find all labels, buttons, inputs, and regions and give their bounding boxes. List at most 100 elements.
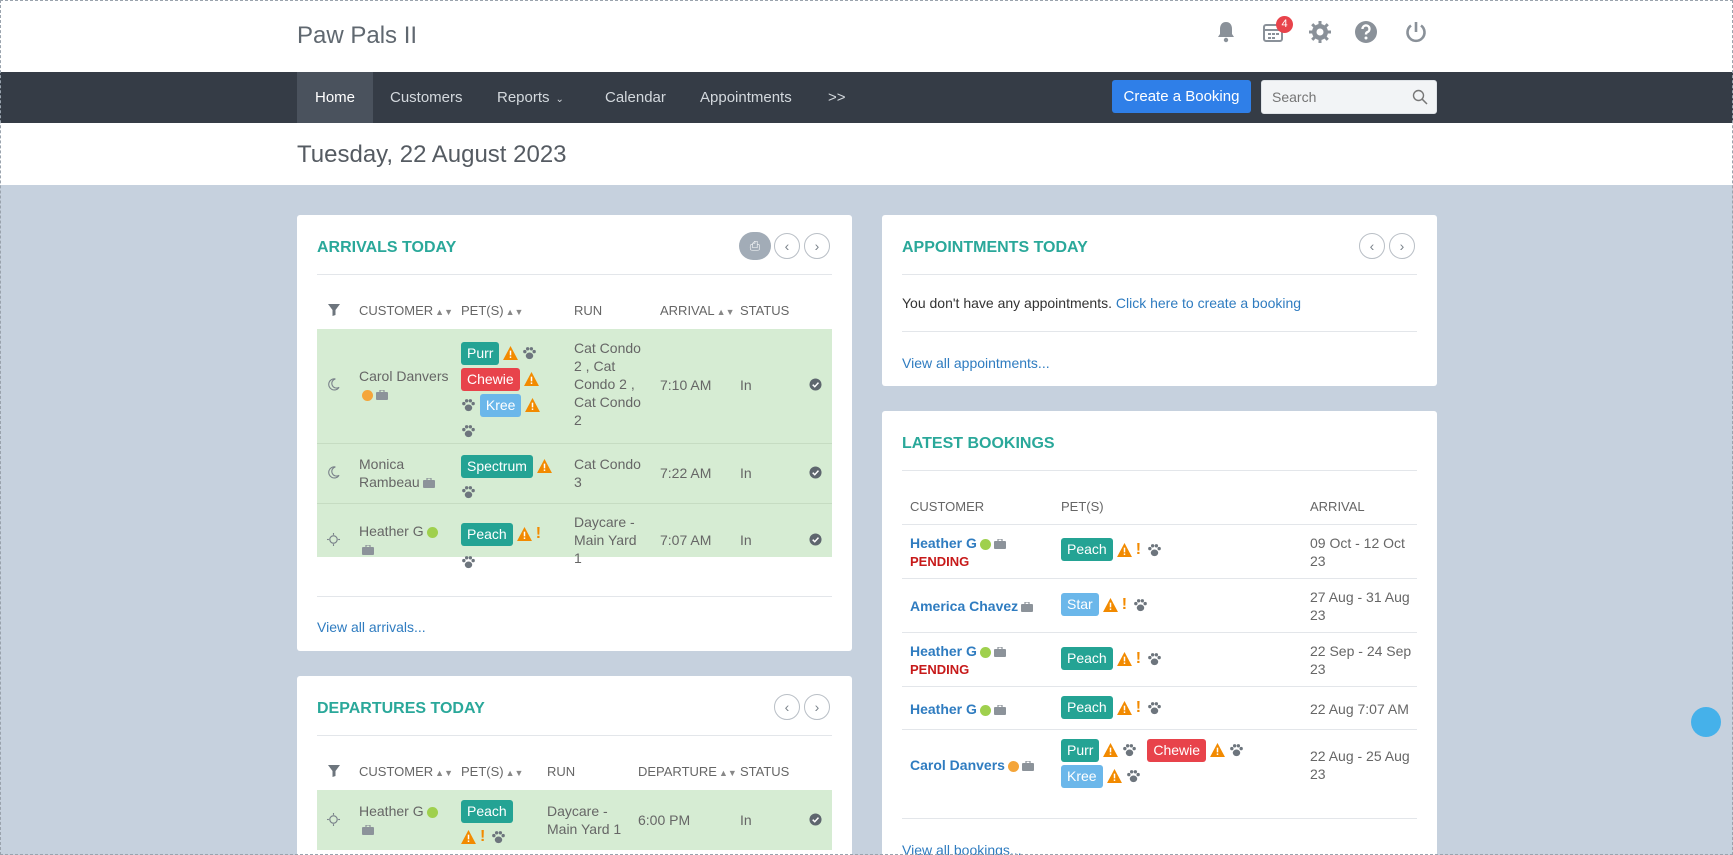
- pet-tag[interactable]: Purr: [461, 341, 500, 365]
- nav-appointments[interactable]: Appointments: [682, 72, 810, 123]
- divider: [317, 735, 832, 736]
- print-icon[interactable]: ⎙: [739, 232, 771, 260]
- table-row[interactable]: America Chavez: [910, 597, 1060, 615]
- arrival-time: 7:10 AM: [660, 377, 712, 393]
- table-row[interactable]: Heather G: [359, 802, 459, 838]
- pet-tag[interactable]: Peach: [1061, 696, 1113, 719]
- nav-home[interactable]: Home: [297, 72, 374, 123]
- pet-tag[interactable]: Peach: [461, 799, 513, 823]
- pet-tag[interactable]: Kree: [1061, 764, 1103, 788]
- divider: [902, 470, 1417, 471]
- view-all-arrivals-link[interactable]: View all arrivals...: [317, 618, 426, 636]
- power-icon[interactable]: [1402, 20, 1430, 48]
- pet-tag[interactable]: Star: [1061, 593, 1099, 616]
- table-row[interactable]: Heather G PENDING: [910, 534, 1060, 571]
- pet-tag[interactable]: Chewie: [1147, 738, 1207, 762]
- customer-link[interactable]: Heather G: [910, 535, 977, 551]
- pets-cell: Peach !: [461, 797, 551, 850]
- sort-icon: ▲▼: [505, 307, 524, 317]
- help-icon[interactable]: [1352, 20, 1380, 48]
- pet-tag[interactable]: Peach: [1061, 647, 1113, 670]
- customer-name: Monica Rambeau: [359, 456, 420, 490]
- table-row[interactable]: Monica Rambeau: [359, 455, 459, 491]
- next-arrow-icon[interactable]: ›: [1389, 233, 1415, 259]
- th-departure[interactable]: DEPARTURE ▲▼: [638, 764, 737, 779]
- nav-calendar[interactable]: Calendar: [587, 72, 684, 123]
- briefcase-icon: [1022, 761, 1034, 771]
- pet-tag[interactable]: Spectrum: [461, 454, 533, 478]
- view-all-appointments-link[interactable]: View all appointments...: [902, 354, 1050, 372]
- run-cell: Cat Condo 3: [574, 456, 641, 490]
- th-pets[interactable]: PET(S) ▲▼: [461, 303, 523, 318]
- th-customer[interactable]: CUSTOMER ▲▼: [359, 764, 453, 779]
- table-row[interactable]: Carol Danvers: [910, 756, 1060, 774]
- th-customer-label: CUSTOMER: [359, 303, 434, 318]
- table-row[interactable]: Heather G: [359, 522, 459, 558]
- chat-bubble-button[interactable]: [1691, 707, 1721, 737]
- nav-customers[interactable]: Customers: [372, 72, 481, 123]
- create-booking-button[interactable]: Create a Booking: [1112, 80, 1251, 113]
- app-title: Paw Pals II: [297, 22, 418, 49]
- next-arrow-icon[interactable]: ›: [804, 233, 830, 259]
- booking-arrival: 09 Oct - 12 Oct 23: [1310, 535, 1405, 569]
- check-circle-icon[interactable]: [809, 378, 822, 391]
- check-circle-icon[interactable]: [809, 466, 822, 479]
- paw-icon: [461, 398, 476, 412]
- bell-icon[interactable]: [1212, 20, 1240, 48]
- divider: [902, 632, 1417, 633]
- check-circle-icon[interactable]: [809, 533, 822, 546]
- paw-icon: [522, 346, 537, 360]
- daytime-sun-icon: [327, 813, 340, 826]
- arrival-time: 7:07 AM: [660, 532, 712, 548]
- warning-icon: [1117, 543, 1132, 557]
- table-row[interactable]: Heather G: [910, 700, 1060, 718]
- alert-icon: !: [1135, 540, 1142, 558]
- th-customer-label: CUSTOMER: [359, 764, 434, 779]
- th-pets[interactable]: PET(S) ▲▼: [461, 764, 523, 779]
- customer-name: Heather G: [359, 523, 424, 539]
- arrivals-title: ARRIVALS TODAY: [317, 239, 457, 256]
- search-icon[interactable]: [1412, 89, 1428, 105]
- calendar-icon[interactable]: 4: [1259, 16, 1293, 48]
- th-departure-label: DEPARTURE: [638, 764, 717, 779]
- pet-tag[interactable]: Purr: [1061, 738, 1100, 762]
- nav-more[interactable]: >>: [810, 72, 864, 123]
- filter-icon[interactable]: [328, 765, 340, 777]
- check-circle-icon[interactable]: [809, 813, 822, 826]
- pet-tag[interactable]: Chewie: [461, 367, 520, 391]
- customer-link[interactable]: Heather G: [910, 643, 977, 659]
- th-customer[interactable]: CUSTOMER ▲▼: [359, 303, 453, 318]
- nav-reports[interactable]: Reports ⌄: [479, 72, 582, 123]
- top-bar: Paw Pals II 4: [0, 0, 1733, 72]
- table-row[interactable]: Carol Danvers: [359, 367, 459, 403]
- table-row[interactable]: Heather G PENDING: [910, 642, 1060, 679]
- next-arrow-icon[interactable]: ›: [804, 694, 830, 720]
- prev-arrow-icon[interactable]: ‹: [774, 233, 800, 259]
- divider: [902, 686, 1417, 687]
- create-booking-link[interactable]: Click here to create a booking: [1116, 295, 1301, 311]
- divider: [902, 578, 1417, 579]
- status-text: In: [740, 532, 752, 548]
- view-all-bookings-link[interactable]: View all bookings...: [902, 841, 1022, 855]
- warning-icon: [524, 372, 539, 386]
- gear-icon[interactable]: [1306, 20, 1334, 48]
- briefcase-icon: [1021, 602, 1033, 612]
- customer-link[interactable]: America Chavez: [910, 598, 1018, 614]
- pet-tag[interactable]: Peach: [1061, 538, 1113, 561]
- run-cell: Cat Condo 2 , Cat Condo 2 , Cat Condo 2: [574, 340, 641, 428]
- th-customer: CUSTOMER: [910, 499, 985, 514]
- customer-link[interactable]: Heather G: [910, 701, 977, 717]
- briefcase-icon: [376, 390, 388, 400]
- th-arrival[interactable]: ARRIVAL ▲▼: [660, 303, 735, 318]
- prev-arrow-icon[interactable]: ‹: [1359, 233, 1385, 259]
- pet-tag[interactable]: Peach: [461, 522, 513, 546]
- search-input[interactable]: [1262, 81, 1402, 113]
- th-run: RUN: [547, 764, 576, 779]
- run-cell: Daycare - Main Yard 1: [574, 514, 637, 566]
- pet-tag[interactable]: Kree: [479, 393, 522, 417]
- pets-cell: Star!: [1061, 593, 1301, 616]
- appointments-empty-message: You don't have any appointments. Click h…: [902, 294, 1301, 312]
- filter-icon[interactable]: [328, 304, 340, 316]
- customer-link[interactable]: Carol Danvers: [910, 757, 1005, 773]
- prev-arrow-icon[interactable]: ‹: [774, 694, 800, 720]
